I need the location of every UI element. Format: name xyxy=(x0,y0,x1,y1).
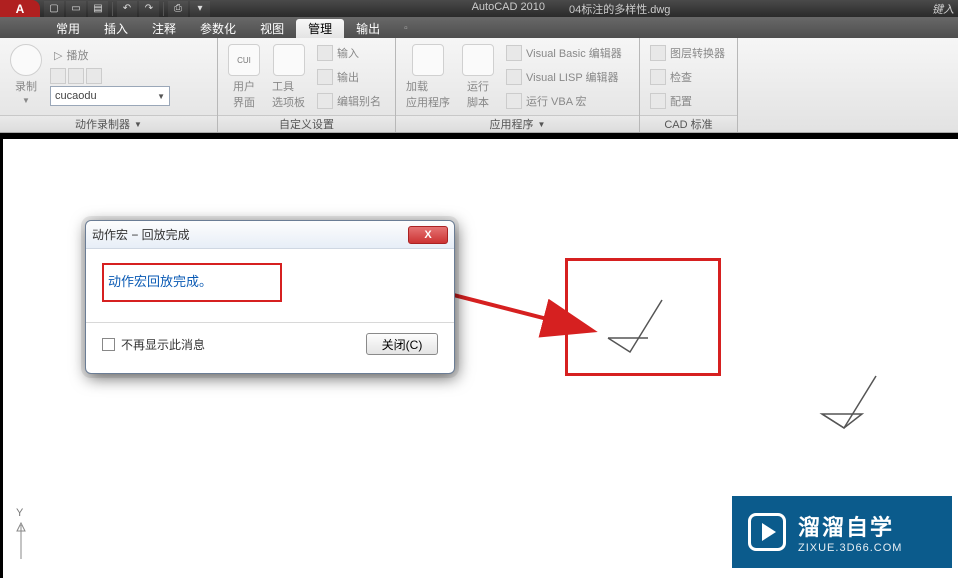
title-bar: A ▢ ▭ ▤ ↶ ↷ ⎙ ▾ AutoCAD 2010 04标注的多样性.dw… xyxy=(0,0,958,17)
import-icon xyxy=(317,45,333,61)
run-script-icon xyxy=(462,44,494,76)
vb-editor-button[interactable]: Visual Basic 编辑器 xyxy=(502,42,626,64)
tool-palettes-icon xyxy=(273,44,305,76)
close-icon: X xyxy=(424,229,431,241)
qat-open-icon[interactable]: ▭ xyxy=(66,1,86,17)
dialog-title: 动作宏 − 回放完成 xyxy=(92,226,190,243)
qat-dropdown-icon[interactable]: ▾ xyxy=(190,1,210,17)
app-name: AutoCAD 2010 xyxy=(472,1,545,17)
panel-action-recorder: 录制 ▼ ▷ 播放 cucaodu ▼ 动作录制器▼ xyxy=(0,38,218,132)
playback-complete-dialog: 动作宏 − 回放完成 X 动作宏回放完成。 不再显示此消息 关闭(C) xyxy=(85,220,455,374)
tab-insert[interactable]: 插入 xyxy=(92,19,140,38)
qat-redo-icon[interactable]: ↷ xyxy=(139,1,159,17)
canvas-checkmark-2 xyxy=(816,372,886,434)
tab-annotate[interactable]: 注释 xyxy=(140,19,188,38)
recorder-option-3-icon[interactable] xyxy=(86,68,102,84)
export-button[interactable]: 输出 xyxy=(313,66,385,88)
watermark: 溜溜自学 ZIXUE.3D66.COM xyxy=(732,496,952,568)
record-icon xyxy=(10,44,42,76)
export-icon xyxy=(317,69,333,85)
play-button[interactable]: ▷ 播放 xyxy=(50,44,170,66)
watermark-title: 溜溜自学 xyxy=(798,510,902,542)
document-name: 04标注的多样性.dwg xyxy=(569,1,670,17)
edit-alias-icon xyxy=(317,93,333,109)
vb-icon xyxy=(506,45,522,61)
dialog-close-button[interactable]: X xyxy=(408,226,448,244)
ribbon-tab-strip: 常用 插入 注释 参数化 视图 管理 输出 ▫ xyxy=(0,17,958,38)
macro-combo[interactable]: cucaodu ▼ xyxy=(50,86,170,106)
canvas-checkmark-1 xyxy=(602,296,672,358)
load-app-icon xyxy=(412,44,444,76)
panel-cad-standards: 图层转换器 检查 配置 CAD 标准 xyxy=(640,38,738,132)
annotation-message-highlight: 动作宏回放完成。 xyxy=(102,263,282,302)
layer-translator-button[interactable]: 图层转换器 xyxy=(646,42,729,64)
cui-icon: CUI xyxy=(228,44,260,76)
dont-show-checkbox[interactable] xyxy=(102,338,115,351)
app-menu-button[interactable]: A xyxy=(0,0,40,17)
vba-icon xyxy=(506,93,522,109)
configure-icon xyxy=(650,93,666,109)
play-icon: ▷ xyxy=(54,49,62,62)
qat-print-icon[interactable]: ⎙ xyxy=(168,1,188,17)
run-script-button[interactable]: 运行 脚本 xyxy=(458,42,498,112)
tab-extra-icon[interactable]: ▫ xyxy=(392,19,416,38)
record-button[interactable]: 录制 ▼ xyxy=(6,42,46,107)
edit-alias-button[interactable]: 编辑别名 xyxy=(313,90,385,112)
layer-translator-icon xyxy=(650,45,666,61)
chevron-down-icon: ▼ xyxy=(157,92,165,101)
quick-access-toolbar: ▢ ▭ ▤ ↶ ↷ ⎙ ▾ xyxy=(44,1,210,17)
qat-save-icon[interactable]: ▤ xyxy=(88,1,108,17)
watermark-url: ZIXUE.3D66.COM xyxy=(798,542,902,554)
tab-common[interactable]: 常用 xyxy=(44,19,92,38)
cui-button[interactable]: CUI 用户 界面 xyxy=(224,42,264,112)
qat-new-icon[interactable]: ▢ xyxy=(44,1,64,17)
tab-view[interactable]: 视图 xyxy=(248,19,296,38)
panel-applications: 加载 应用程序 运行 脚本 Visual Basic 编辑器 Visual LI… xyxy=(396,38,640,132)
run-vba-button[interactable]: 运行 VBA 宏 xyxy=(502,90,626,112)
configure-button[interactable]: 配置 xyxy=(646,90,729,112)
load-app-button[interactable]: 加载 应用程序 xyxy=(402,42,454,112)
tab-output[interactable]: 输出 xyxy=(344,19,392,38)
ucs-icon: Y xyxy=(12,507,30,566)
tab-manage[interactable]: 管理 xyxy=(296,19,344,38)
tab-parametric[interactable]: 参数化 xyxy=(188,19,248,38)
import-button[interactable]: 输入 xyxy=(313,42,385,64)
search-hint[interactable]: 键入 xyxy=(932,1,958,17)
watermark-play-icon xyxy=(748,513,786,551)
recorder-option-1-icon[interactable] xyxy=(50,68,66,84)
check-icon xyxy=(650,69,666,85)
vlisp-icon xyxy=(506,69,522,85)
qat-undo-icon[interactable]: ↶ xyxy=(117,1,137,17)
ribbon: 录制 ▼ ▷ 播放 cucaodu ▼ 动作录制器▼ xyxy=(0,38,958,133)
recorder-option-2-icon[interactable] xyxy=(68,68,84,84)
dialog-title-bar[interactable]: 动作宏 − 回放完成 X xyxy=(86,221,454,249)
dialog-message: 动作宏回放完成。 xyxy=(104,265,280,300)
dont-show-label: 不再显示此消息 xyxy=(121,336,205,353)
vlisp-editor-button[interactable]: Visual LISP 编辑器 xyxy=(502,66,626,88)
panel-customize: CUI 用户 界面 工具 选项板 输入 输出 编辑别名 自定义设置 xyxy=(218,38,396,132)
tool-palettes-button[interactable]: 工具 选项板 xyxy=(268,42,309,112)
dialog-close-action-button[interactable]: 关闭(C) xyxy=(366,333,438,355)
check-button[interactable]: 检查 xyxy=(646,66,729,88)
